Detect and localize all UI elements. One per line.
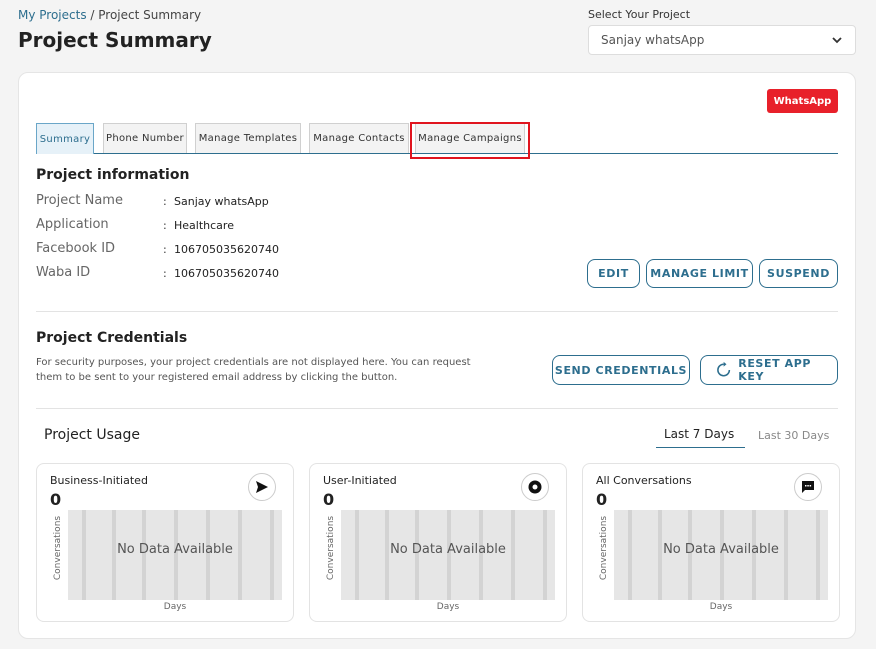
chart-x-axis-label: Days: [163, 602, 187, 612]
usage-title: Project Usage: [44, 427, 140, 443]
application-label: Application: [36, 217, 109, 232]
chart-y-axis-label: Conversations: [599, 515, 609, 581]
range-last-7-days[interactable]: Last 7 Days: [664, 427, 734, 444]
info-colon: :: [163, 195, 167, 208]
no-data-message: No Data Available: [117, 542, 233, 557]
reset-app-key-button[interactable]: RESET APP KEY: [700, 355, 838, 385]
chat-icon: [794, 473, 822, 501]
section-divider: [36, 311, 838, 312]
suspend-button[interactable]: SUSPEND: [759, 259, 838, 288]
chart-x-axis-label: Days: [436, 602, 460, 612]
no-data-message: No Data Available: [663, 542, 779, 557]
facebook-id-value: 106705035620740: [174, 243, 279, 256]
usage-card-label: User-Initiated: [323, 474, 397, 487]
info-colon: :: [163, 219, 167, 232]
breadcrumb-current: Project Summary: [98, 8, 202, 22]
usage-card-count: 0: [323, 490, 335, 509]
usage-card-count: 0: [50, 490, 62, 509]
chevron-down-icon: [832, 37, 842, 44]
usage-chart-area: No Data Available: [341, 510, 555, 600]
usage-card-business-initiated: Business-Initiated 0 No Data Available C…: [36, 463, 294, 622]
project-info-title: Project information: [36, 167, 190, 183]
chart-y-axis-label: Conversations: [53, 515, 63, 581]
application-value: Healthcare: [174, 219, 234, 232]
tab-summary[interactable]: Summary: [36, 123, 94, 154]
no-data-message: No Data Available: [390, 542, 506, 557]
usage-chart-area: No Data Available: [614, 510, 828, 600]
chart-y-axis-label: Conversations: [326, 515, 336, 581]
breadcrumb-separator: /: [86, 8, 99, 22]
info-colon: :: [163, 243, 167, 256]
project-select[interactable]: Sanjay whatsApp: [588, 25, 856, 55]
send-credentials-button[interactable]: SEND CREDENTIALS: [552, 355, 690, 385]
chart-x-axis-label: Days: [709, 602, 733, 612]
project-select-value: Sanjay whatsApp: [601, 33, 705, 47]
project-name-value: Sanjay whatsApp: [174, 195, 269, 208]
credentials-description: For security purposes, your project cred…: [36, 357, 471, 383]
manage-campaigns-highlight-box: [410, 122, 530, 159]
tab-manage-templates[interactable]: Manage Templates: [195, 123, 301, 153]
tab-manage-contacts[interactable]: Manage Contacts: [309, 123, 409, 153]
section-divider: [36, 408, 838, 409]
page-title: Project Summary: [18, 28, 212, 52]
breadcrumb: My Projects / Project Summary: [18, 8, 201, 22]
waba-id-label: Waba ID: [36, 265, 91, 280]
manage-limit-button[interactable]: MANAGE LIMIT: [646, 259, 753, 288]
range-last-30-days[interactable]: Last 30 Days: [758, 429, 829, 442]
info-colon: :: [163, 267, 167, 280]
whatsapp-badge: WhatsApp: [767, 89, 838, 113]
usage-card-count: 0: [596, 490, 608, 509]
user-record-icon: [521, 473, 549, 501]
reset-app-key-label: RESET APP KEY: [738, 357, 812, 383]
facebook-id-label: Facebook ID: [36, 241, 116, 256]
send-icon: [248, 473, 276, 501]
reset-icon: [717, 361, 731, 377]
tab-phone-number[interactable]: Phone Number: [103, 123, 187, 153]
waba-id-value: 106705035620740: [174, 267, 279, 280]
usage-card-label: Business-Initiated: [50, 474, 148, 487]
usage-chart-area: No Data Available: [68, 510, 282, 600]
usage-card-all-conversations: All Conversations 0 No Data Available Co…: [582, 463, 840, 622]
breadcrumb-my-projects-link[interactable]: My Projects: [18, 8, 87, 22]
usage-card-user-initiated: User-Initiated 0 No Data Available Conve…: [309, 463, 567, 622]
range-tab-underline: [656, 447, 745, 448]
edit-button[interactable]: EDIT: [587, 259, 640, 288]
usage-card-label: All Conversations: [596, 474, 692, 487]
project-name-label: Project Name: [36, 193, 123, 208]
project-select-label: Select Your Project: [588, 8, 691, 21]
credentials-title: Project Credentials: [36, 330, 188, 346]
